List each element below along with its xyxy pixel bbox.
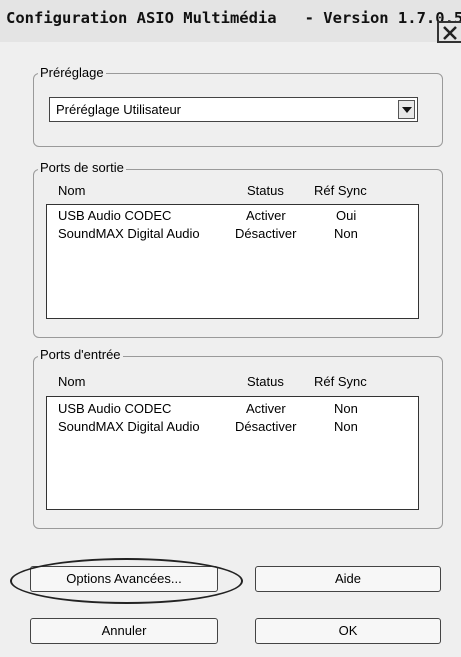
port-status: Activer [246,401,286,416]
output-col-refsync: Réf Sync [314,183,367,198]
preset-legend: Préréglage [38,65,106,80]
port-name: USB Audio CODEC [58,208,172,223]
port-refsync: Non [334,401,358,416]
port-refsync: Non [334,419,358,434]
chevron-down-icon [402,107,412,113]
port-name: SoundMAX Digital Audio [58,419,200,434]
close-icon [443,26,457,40]
input-col-refsync: Réf Sync [314,374,367,389]
port-name: USB Audio CODEC [58,401,172,416]
port-name: SoundMAX Digital Audio [58,226,200,241]
port-refsync: Non [334,226,358,241]
advanced-options-button[interactable]: Options Avancées... [30,566,218,592]
port-status: Désactiver [235,226,297,241]
port-refsync: Oui [336,208,357,223]
port-status: Désactiver [235,419,297,434]
port-status: Activer [246,208,286,223]
title-bar[interactable]: Configuration ASIO Multimédia - Version … [0,0,461,43]
input-col-status: Status [247,374,284,389]
output-ports-list[interactable]: USB Audio CODEC Activer Oui SoundMAX Dig… [46,204,419,319]
cancel-button[interactable]: Annuler [30,618,218,644]
ok-button[interactable]: OK [255,618,441,644]
output-ports-legend: Ports de sortie [38,160,126,175]
window-title: Configuration ASIO Multimédia - Version … [6,9,461,27]
output-col-name: Nom [58,183,86,198]
input-col-name: Nom [58,374,86,389]
input-ports-list[interactable]: USB Audio CODEC Activer Non SoundMAX Dig… [46,396,419,510]
asio-config-window: Configuration ASIO Multimédia - Version … [0,0,461,657]
preset-selected-value: Préréglage Utilisateur [56,102,182,117]
input-ports-legend: Ports d'entrée [38,347,123,362]
help-button[interactable]: Aide [255,566,441,592]
output-col-status: Status [247,183,284,198]
close-button[interactable] [437,21,461,43]
dropdown-arrow-button[interactable] [398,100,415,119]
preset-dropdown[interactable]: Préréglage Utilisateur [49,97,418,122]
